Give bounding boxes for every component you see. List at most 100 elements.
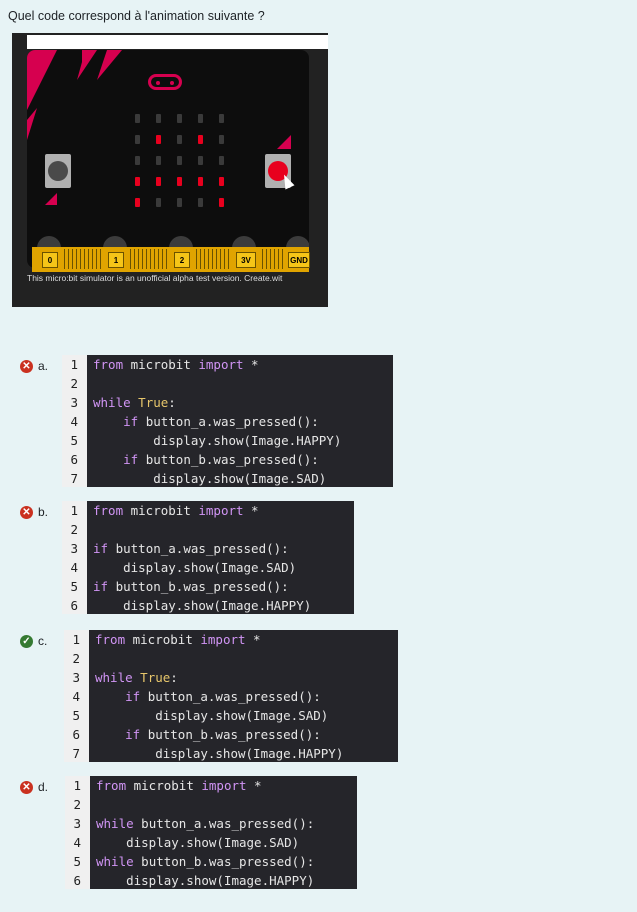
- microbit-simulator[interactable]: 0 1 2 3V GND This micro:bit simulator is…: [12, 33, 328, 307]
- edge-ridge: [96, 249, 97, 269]
- line-number: 6: [72, 727, 80, 742]
- edge-ridge: [278, 249, 279, 269]
- led-3-0: [135, 177, 140, 186]
- code-block: 1 from microbit import * 2 3 while True: 4 if…: [64, 630, 398, 762]
- led-0-3: [198, 114, 203, 123]
- microbit-logo: [148, 74, 182, 90]
- edge-ridge: [208, 249, 209, 269]
- code-line: 6 display.show(Image.HAPPY): [65, 871, 357, 890]
- line-number: 6: [70, 598, 78, 613]
- code-text: display.show(Image.SAD): [93, 471, 327, 486]
- answer-letter: d.: [38, 780, 49, 794]
- led-1-4: [219, 135, 224, 144]
- code-line: 7 display.show(Image.HAPPY): [64, 744, 398, 763]
- code-line: 3 while True:: [62, 393, 393, 412]
- line-number: 3: [70, 395, 78, 410]
- edge-ridge: [224, 249, 225, 269]
- answer-letter: b.: [38, 505, 49, 519]
- edge-ridge: [138, 249, 139, 269]
- line-number: 4: [70, 560, 78, 575]
- line-number: 6: [70, 452, 78, 467]
- pin-1[interactable]: 1: [108, 252, 124, 268]
- led-3-2: [177, 177, 182, 186]
- code-line: 2: [65, 795, 357, 814]
- edge-ridge: [88, 249, 89, 269]
- edge-ridge: [72, 249, 73, 269]
- edge-ridge: [76, 249, 77, 269]
- code-text: while True:: [95, 670, 178, 685]
- led-2-4: [219, 156, 224, 165]
- led-2-2: [177, 156, 182, 165]
- code-text: if button_b.was_pressed():: [123, 452, 319, 467]
- line-number: 3: [70, 541, 78, 556]
- led-0-0: [135, 114, 140, 123]
- line-number: 1: [70, 357, 78, 372]
- led-1-3: [198, 135, 203, 144]
- code-text: while True:: [93, 395, 176, 410]
- led-4-2: [177, 198, 182, 207]
- code-line: 1 from microbit import *: [64, 630, 398, 649]
- pin-gnd[interactable]: GND: [288, 252, 310, 268]
- code-block: 1 from microbit import * 2 3 while button_a.…: [65, 776, 357, 889]
- edge-ridge: [204, 249, 205, 269]
- edge-ridge: [270, 249, 271, 269]
- code-text: while button_a.was_pressed():: [96, 816, 315, 831]
- led-3-4: [219, 177, 224, 186]
- line-number: 6: [73, 873, 81, 888]
- code-text: display.show(Image.HAPPY): [93, 598, 312, 613]
- code-line: 5 display.show(Image.SAD): [64, 706, 398, 725]
- edge-ridge: [68, 249, 69, 269]
- edge-ridge: [130, 249, 131, 269]
- answer-letter: a.: [38, 359, 49, 373]
- line-number: 5: [73, 854, 81, 869]
- line-number: 5: [70, 433, 78, 448]
- edge-ridge: [80, 249, 81, 269]
- line-number: 4: [70, 414, 78, 429]
- led-1-1: [156, 135, 161, 144]
- code-text: display.show(Image.SAD): [93, 560, 297, 575]
- code-text: if button_a.was_pressed():: [125, 689, 321, 704]
- pin-0[interactable]: 0: [42, 252, 58, 268]
- board-stripes: [27, 50, 122, 140]
- line-number: 4: [73, 835, 81, 850]
- code-text: if button_a.was_pressed():: [123, 414, 319, 429]
- code-line: 7 display.show(Image.SAD): [62, 469, 393, 488]
- code-text: from microbit import *: [93, 357, 259, 372]
- led-2-0: [135, 156, 140, 165]
- code-line: 2: [64, 649, 398, 668]
- code-line: 1 from microbit import *: [62, 355, 393, 374]
- code-line: 4 display.show(Image.SAD): [62, 558, 354, 577]
- led-0-1: [156, 114, 161, 123]
- led-0-4: [219, 114, 224, 123]
- line-number: 5: [70, 579, 78, 594]
- edge-ridge: [150, 249, 151, 269]
- code-text: display.show(Image.HAPPY): [95, 746, 344, 761]
- code-line: 5 while button_b.was_pressed():: [65, 852, 357, 871]
- code-line: 5 display.show(Image.HAPPY): [62, 431, 393, 450]
- check-icon: ✓: [20, 635, 33, 648]
- line-number: 3: [72, 670, 80, 685]
- code-block: 1 from microbit import * 2 3 if button_a.was…: [62, 501, 354, 614]
- led-2-3: [198, 156, 203, 165]
- line-number: 1: [70, 503, 78, 518]
- pin-2[interactable]: 2: [174, 252, 190, 268]
- code-line: 6 if button_b.was_pressed():: [64, 725, 398, 744]
- code-text: while button_b.was_pressed():: [96, 854, 315, 869]
- led-4-4: [219, 198, 224, 207]
- edge-ridge: [212, 249, 213, 269]
- edge-ridge: [216, 249, 217, 269]
- line-number: 2: [72, 651, 80, 666]
- line-number: 2: [70, 376, 78, 391]
- edge-ridge: [134, 249, 135, 269]
- code-line: 6 if button_b.was_pressed():: [62, 450, 393, 469]
- led-1-0: [135, 135, 140, 144]
- button-a[interactable]: [45, 154, 71, 188]
- cross-icon: ✕: [20, 360, 33, 373]
- line-number: 7: [72, 746, 80, 761]
- led-4-1: [156, 198, 161, 207]
- question-text: Quel code correspond à l'animation suiva…: [8, 9, 265, 23]
- pin-3v[interactable]: 3V: [236, 252, 256, 268]
- simulator-toolbar: [27, 35, 328, 49]
- code-line: 1 from microbit import *: [62, 501, 354, 520]
- edge-ridge: [162, 249, 163, 269]
